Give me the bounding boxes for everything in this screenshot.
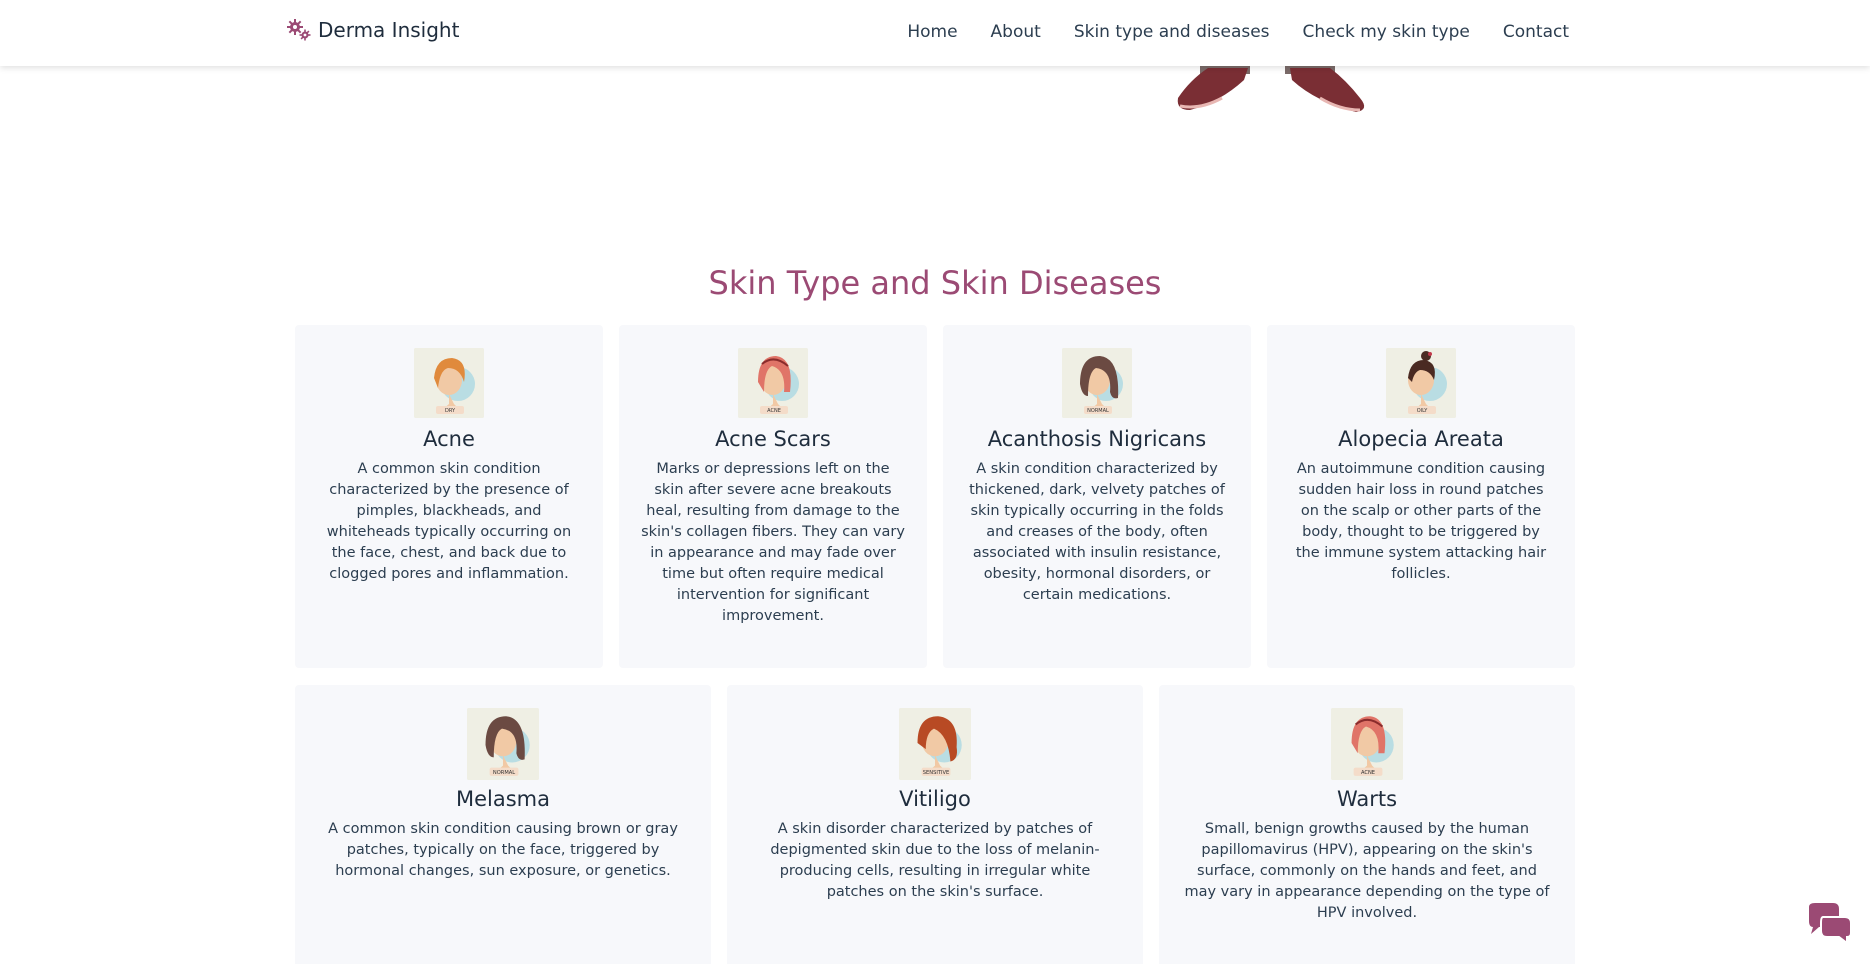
avatar-tag: OILY bbox=[1417, 408, 1429, 414]
avatar-tag: ACNE bbox=[1361, 770, 1375, 776]
card-description: A common skin condition causing brown or… bbox=[328, 821, 678, 879]
card-description: An autoimmune condition causing sudden h… bbox=[1295, 461, 1547, 582]
chat-bubbles-icon[interactable] bbox=[1805, 903, 1851, 943]
card-description: A skin condition characterized by thicke… bbox=[969, 461, 1225, 603]
avatar-tag: SENSITIVE bbox=[923, 770, 949, 776]
brand-link[interactable]: Derma Insight bbox=[286, 18, 459, 42]
card-acne[interactable]: DRY Acne A common skin condition charact… bbox=[295, 325, 603, 668]
card-alopecia-areata[interactable]: OILY Alopecia Areata An autoimmune condi… bbox=[1267, 325, 1575, 668]
nav-home[interactable]: Home bbox=[907, 22, 957, 42]
card-title: Melasma bbox=[455, 787, 550, 811]
avatar-normal-skin-icon: NORMAL bbox=[1062, 348, 1132, 418]
card-description: Marks or depressions left on the skin af… bbox=[641, 461, 905, 624]
card-description: A skin disorder characterized by patches… bbox=[770, 821, 1100, 900]
card-acne-scars[interactable]: ACNE Acne Scars Marks or depressions lef… bbox=[619, 325, 927, 668]
card-description: Small, benign growths caused by the huma… bbox=[1184, 821, 1550, 921]
avatar-tag: ACNE bbox=[767, 408, 781, 414]
brand-name: Derma Insight bbox=[318, 18, 460, 42]
card-acanthosis-nigricans[interactable]: NORMAL Acanthosis Nigricans A skin condi… bbox=[943, 325, 1251, 668]
avatar-tag: DRY bbox=[445, 408, 456, 414]
card-title: Acne bbox=[423, 427, 475, 451]
avatar-tag: NORMAL bbox=[1087, 408, 1109, 414]
section-title: Skin Type and Skin Diseases bbox=[708, 264, 1162, 302]
card-title: Alopecia Areata bbox=[1338, 427, 1504, 451]
card-vitiligo[interactable]: SENSITIVE Vitiligo A skin disorder chara… bbox=[727, 685, 1143, 964]
card-warts[interactable]: ACNE Warts Small, benign growths caused … bbox=[1159, 685, 1575, 964]
nav-about[interactable]: About bbox=[991, 22, 1041, 42]
main-nav: Home About Skin type and diseases Check … bbox=[907, 22, 1569, 42]
card-description: A common skin condition characterized by… bbox=[326, 461, 572, 582]
card-title: Warts bbox=[1336, 787, 1398, 811]
nav-check-my-skin-type[interactable]: Check my skin type bbox=[1303, 22, 1470, 42]
avatar-acne-skin-icon: ACNE bbox=[738, 348, 808, 418]
avatar-sensitive-skin-icon: SENSITIVE bbox=[899, 708, 971, 780]
card-title: Acne Scars bbox=[715, 427, 831, 451]
nav-skin-type-and-diseases[interactable]: Skin type and diseases bbox=[1074, 22, 1270, 42]
card-title: Vitiligo bbox=[899, 787, 971, 811]
gears-icon bbox=[287, 19, 311, 41]
avatar-oily-skin-icon: OILY bbox=[1386, 348, 1456, 418]
card-title: Acanthosis Nigricans bbox=[987, 427, 1207, 451]
avatar-dry-skin-icon: DRY bbox=[414, 348, 484, 418]
avatar-normal-skin-icon: NORMAL bbox=[467, 708, 539, 780]
navbar: Derma Insight Home About Skin type and d… bbox=[0, 0, 1870, 66]
avatar-tag: NORMAL bbox=[493, 770, 515, 776]
card-melasma[interactable]: NORMAL Melasma A common skin condition c… bbox=[295, 685, 711, 964]
nav-contact[interactable]: Contact bbox=[1503, 22, 1569, 42]
avatar-acne-skin-icon: ACNE bbox=[1331, 708, 1403, 780]
